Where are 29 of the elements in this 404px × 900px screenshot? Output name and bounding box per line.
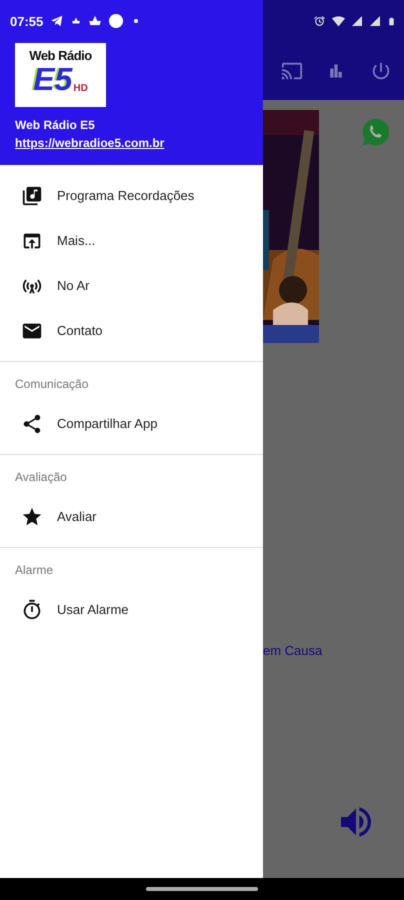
timer-icon — [21, 598, 43, 620]
cast-icon[interactable] — [280, 60, 303, 82]
share-icon — [21, 412, 43, 434]
telegram-icon — [50, 14, 64, 28]
music-library-icon — [21, 184, 43, 206]
app-title: Web Rádio E5 — [15, 118, 95, 132]
menu-item[interactable]: Usar Alarme — [0, 587, 263, 632]
menu-item[interactable]: No Ar — [0, 263, 263, 308]
wifi-icon — [332, 14, 345, 28]
menu-item[interactable]: Mais... — [0, 218, 263, 263]
chat-bubble-icon[interactable] — [360, 116, 392, 148]
menu-item[interactable]: Contato — [0, 308, 263, 353]
signal-icon — [351, 15, 363, 27]
song-title: em Causa — [263, 643, 324, 658]
alarm-icon — [313, 14, 326, 28]
clock-time: 07:55 — [10, 14, 44, 28]
section-label: Alarme — [14, 562, 54, 579]
home-handle[interactable] — [146, 887, 258, 891]
website-link[interactable]: https://webradioe5.com.br — [15, 136, 164, 150]
menu-item[interactable]: Avaliar — [0, 494, 263, 539]
menu-item[interactable]: Programa Recordações — [0, 173, 263, 218]
section-label: Avaliação — [14, 469, 68, 486]
section-label: Comunicação — [14, 376, 90, 393]
menu-item[interactable]: Compartilhar App — [0, 401, 263, 446]
star-icon — [21, 506, 43, 528]
dot-icon — [134, 19, 138, 23]
circle-icon — [109, 14, 124, 28]
signal-icon — [369, 15, 381, 27]
logo: Web Rádio E5HD — [15, 43, 106, 107]
